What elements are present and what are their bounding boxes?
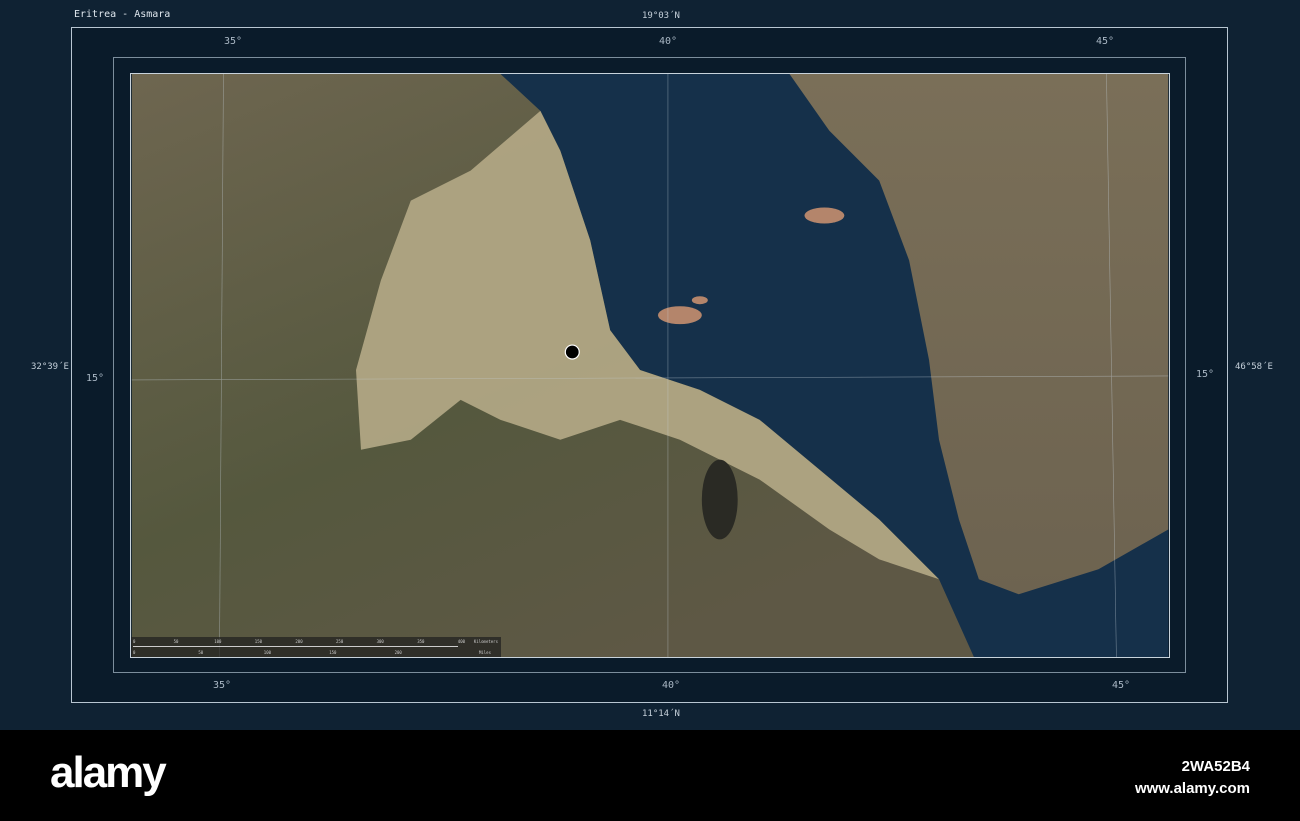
east-bound-label: 46°58´E	[1235, 362, 1273, 372]
scale-tick: 50	[173, 639, 179, 644]
lon-tick-bottom-45: 45°	[1112, 680, 1131, 691]
footer-banner	[0, 730, 1300, 821]
lon-tick-bottom-35: 35°	[213, 680, 232, 691]
lon-tick-bottom-40: 40°	[662, 680, 681, 691]
lat-tick-right-15: 15°	[1196, 369, 1215, 380]
scale-tick: 300	[376, 639, 384, 644]
satellite-map[interactable]	[130, 73, 1170, 658]
site-url[interactable]: www.alamy.com	[1135, 778, 1250, 800]
image-id: 2WA52B4	[1181, 758, 1250, 775]
scale-tick: 100	[263, 650, 272, 655]
km-label: Kilometers	[473, 639, 498, 644]
scale-tick: 150	[329, 650, 337, 655]
lon-tick-top-35: 35°	[224, 36, 243, 47]
mi-label: Miles	[478, 650, 491, 655]
west-bound-label: 32°39´E	[31, 362, 69, 372]
map-title: Eritrea - Asmara	[74, 9, 171, 20]
scale-tick: 0	[133, 650, 136, 655]
scale-tick: 0	[133, 639, 136, 644]
scale-bar: 0 50 100 150 200 250 300 350 400 0 50 100 150 200 Ki…	[131, 637, 501, 657]
asmara-marker[interactable]	[564, 344, 580, 360]
north-bound-label: 19°03´N	[642, 11, 680, 21]
scale-tick: 200	[295, 639, 303, 644]
scale-tick: 200	[394, 650, 402, 655]
south-bound-label: 11°14´N	[642, 709, 680, 719]
alamy-logo: alamy	[50, 748, 167, 797]
lon-tick-top-45: 45°	[1096, 36, 1115, 47]
scale-tick: 150	[254, 639, 263, 644]
danakil-dark-area	[701, 459, 738, 540]
lon-tick-top-40: 40°	[659, 36, 678, 47]
scale-tick: 400	[457, 639, 466, 644]
lat-tick-left-15: 15°	[86, 373, 105, 384]
image-info: 2WA52B4 www.alamy.com	[1135, 756, 1250, 800]
map-svg	[131, 73, 1169, 658]
scale-tick: 350	[417, 639, 425, 644]
scale-tick: 250	[336, 639, 344, 644]
scale-tick: 50	[198, 650, 204, 655]
scale-tick: 100	[214, 639, 222, 644]
